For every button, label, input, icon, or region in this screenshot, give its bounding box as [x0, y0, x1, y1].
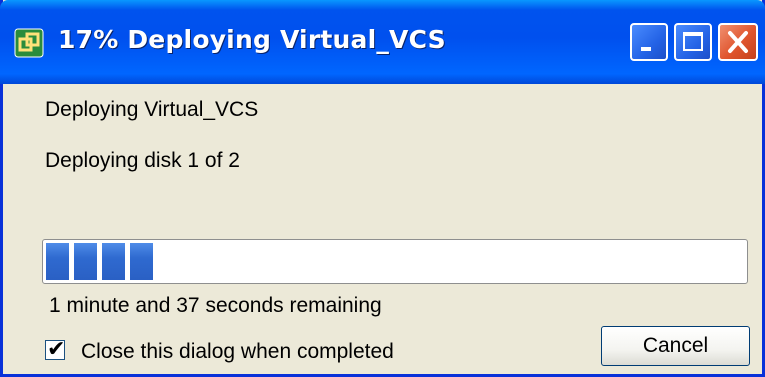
title-bar[interactable]: 17% Deploying Virtual_VCS	[0, 0, 765, 84]
progress-block	[46, 243, 69, 280]
dialog-body: Deploying Virtual_VCS Deploying disk 1 o…	[3, 84, 762, 374]
deploy-dialog-window: 17% Deploying Virtual_VCS Deploying Virt…	[0, 0, 765, 377]
progress-block	[130, 243, 153, 280]
minimize-icon	[641, 47, 651, 51]
maximize-button[interactable]	[674, 23, 712, 61]
deploy-heading: Deploying Virtual_VCS	[45, 98, 259, 121]
window-title: 17% Deploying Virtual_VCS	[58, 25, 446, 54]
deploy-status: Deploying disk 1 of 2	[45, 149, 240, 172]
checkmark-icon: ✔	[47, 336, 66, 361]
vsphere-icon	[14, 28, 44, 58]
close-when-completed-checkbox[interactable]: ✔	[45, 336, 65, 361]
close-icon	[728, 31, 748, 53]
progress-block	[74, 243, 97, 280]
close-button[interactable]	[718, 23, 758, 61]
close-when-completed-label[interactable]: Close this dialog when completed	[81, 340, 394, 364]
progress-bar	[42, 239, 748, 284]
time-remaining: 1 minute and 37 seconds remaining	[49, 294, 382, 317]
progress-track	[46, 243, 744, 280]
maximize-icon	[683, 32, 703, 51]
cancel-button[interactable]: Cancel	[601, 326, 750, 366]
minimize-button[interactable]	[630, 23, 668, 61]
progress-block	[102, 243, 125, 280]
